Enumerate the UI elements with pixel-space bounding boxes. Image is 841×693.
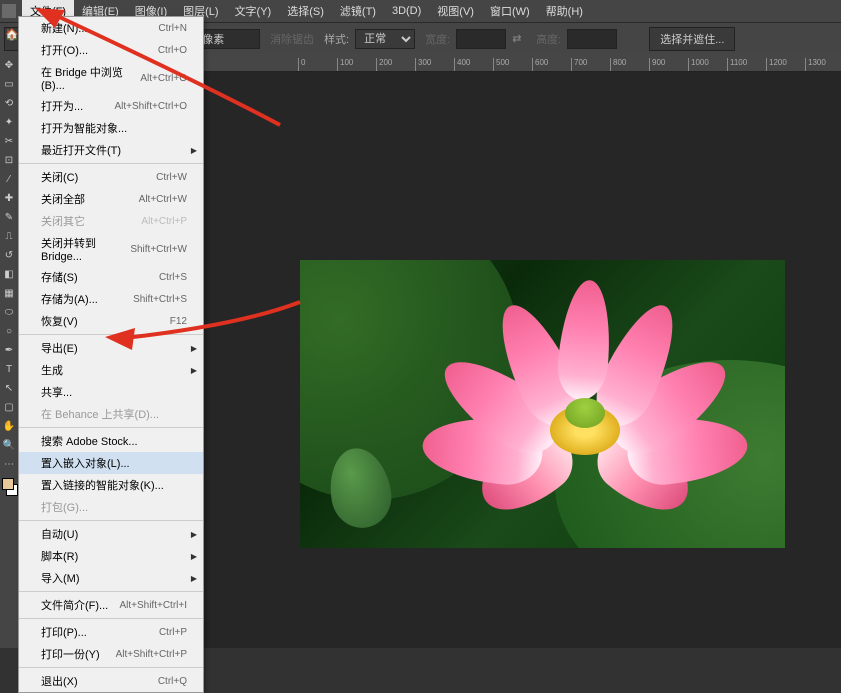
image-content (440, 290, 720, 520)
document-canvas[interactable] (300, 260, 785, 548)
menu-item[interactable]: 自动(U)▶ (19, 523, 203, 545)
menu-item: 打包(G)... (19, 496, 203, 518)
menu-item[interactable]: 文件简介(F)...Alt+Shift+Ctrl+I (19, 594, 203, 616)
menu-item[interactable]: 退出(X)Ctrl+Q (19, 670, 203, 692)
menu-item[interactable]: 关闭(C)Ctrl+W (19, 166, 203, 188)
menu-3d[interactable]: 3D(D) (384, 2, 429, 20)
width-input (456, 29, 506, 49)
menu-item[interactable]: 打开为...Alt+Shift+Ctrl+O (19, 95, 203, 117)
heal-tool-icon[interactable]: ✚ (0, 189, 18, 207)
color-swatches[interactable] (0, 478, 18, 500)
menu-item[interactable]: 脚本(R)▶ (19, 545, 203, 567)
menu-item[interactable]: 导出(E)▶ (19, 337, 203, 359)
menu-window[interactable]: 窗口(W) (482, 0, 538, 22)
menu-item: 关闭其它Alt+Ctrl+P (19, 210, 203, 232)
zoom-tool-icon[interactable]: 🔍 (0, 436, 18, 454)
wand-tool-icon[interactable]: ✦ (0, 113, 18, 131)
menu-view[interactable]: 视图(V) (429, 0, 482, 22)
menu-item[interactable]: 打印(P)...Ctrl+P (19, 621, 203, 643)
crop-tool-icon[interactable]: ✂ (0, 132, 18, 150)
blur-tool-icon[interactable]: ⬭ (0, 303, 18, 321)
menu-select[interactable]: 选择(S) (279, 0, 332, 22)
toolbox: ✥ ▭ ⟲ ✦ ✂ ⊡ ⁄ ✚ ✎ ⎍ ↺ ◧ ▦ ⬭ ○ ✒ T ↖ ▢ ✋ … (0, 54, 18, 648)
menu-item[interactable]: 存储为(A)...Shift+Ctrl+S (19, 288, 203, 310)
brush-tool-icon[interactable]: ✎ (0, 208, 18, 226)
menu-item[interactable]: 关闭全部Alt+Ctrl+W (19, 188, 203, 210)
history-brush-tool-icon[interactable]: ↺ (0, 246, 18, 264)
menu-item[interactable]: 生成▶ (19, 359, 203, 381)
menu-type[interactable]: 文字(Y) (227, 0, 280, 22)
menu-item[interactable]: 置入嵌入对象(L)... (19, 452, 203, 474)
menu-item[interactable]: 打印一份(Y)Alt+Shift+Ctrl+P (19, 643, 203, 665)
menu-help[interactable]: 帮助(H) (538, 0, 591, 22)
height-label: 高度: (536, 31, 561, 47)
select-and-mask-button[interactable]: 选择并遮住... (649, 27, 735, 51)
dodge-tool-icon[interactable]: ○ (0, 322, 18, 340)
pen-tool-icon[interactable]: ✒ (0, 341, 18, 359)
menu-item: 在 Behance 上共享(D)... (19, 403, 203, 425)
style-label: 样式: (324, 31, 349, 47)
menu-item[interactable]: 打开(O)...Ctrl+O (19, 39, 203, 61)
antialias-label: 消除锯齿 (270, 31, 314, 47)
menu-item[interactable]: 恢复(V)F12 (19, 310, 203, 332)
hand-tool-icon[interactable]: ✋ (0, 417, 18, 435)
menu-item[interactable]: 在 Bridge 中浏览(B)...Alt+Ctrl+O (19, 61, 203, 95)
gradient-tool-icon[interactable]: ▦ (0, 284, 18, 302)
move-tool-icon[interactable]: ✥ (0, 56, 18, 74)
app-logo-icon (2, 4, 16, 18)
lasso-tool-icon[interactable]: ⟲ (0, 94, 18, 112)
menu-item[interactable]: 打开为智能对象... (19, 117, 203, 139)
eraser-tool-icon[interactable]: ◧ (0, 265, 18, 283)
type-tool-icon[interactable]: T (0, 360, 18, 378)
stamp-tool-icon[interactable]: ⎍ (0, 227, 18, 245)
fg-color-swatch[interactable] (2, 478, 14, 490)
frame-tool-icon[interactable]: ⊡ (0, 151, 18, 169)
menu-filter[interactable]: 滤镜(T) (332, 0, 384, 22)
height-input (567, 29, 617, 49)
link-icon: ⇄ (512, 32, 526, 46)
menu-item[interactable]: 搜索 Adobe Stock... (19, 430, 203, 452)
more-tools-icon[interactable]: ⋯ (0, 455, 18, 473)
menu-item[interactable]: 共享... (19, 381, 203, 403)
file-menu-dropdown: 新建(N)...Ctrl+N打开(O)...Ctrl+O在 Bridge 中浏览… (18, 16, 204, 693)
menu-item[interactable]: 最近打开文件(T)▶ (19, 139, 203, 161)
menu-item[interactable]: 存储(S)Ctrl+S (19, 266, 203, 288)
menu-item[interactable]: 新建(N)...Ctrl+N (19, 17, 203, 39)
style-select[interactable]: 正常 (355, 29, 415, 49)
width-label: 宽度: (425, 31, 450, 47)
eyedropper-tool-icon[interactable]: ⁄ (0, 170, 18, 188)
shape-tool-icon[interactable]: ▢ (0, 398, 18, 416)
path-tool-icon[interactable]: ↖ (0, 379, 18, 397)
menu-item[interactable]: 关闭并转到 Bridge...Shift+Ctrl+W (19, 232, 203, 266)
menu-item[interactable]: 置入链接的智能对象(K)... (19, 474, 203, 496)
marquee-tool-icon[interactable]: ▭ (0, 75, 18, 93)
menu-item[interactable]: 导入(M)▶ (19, 567, 203, 589)
